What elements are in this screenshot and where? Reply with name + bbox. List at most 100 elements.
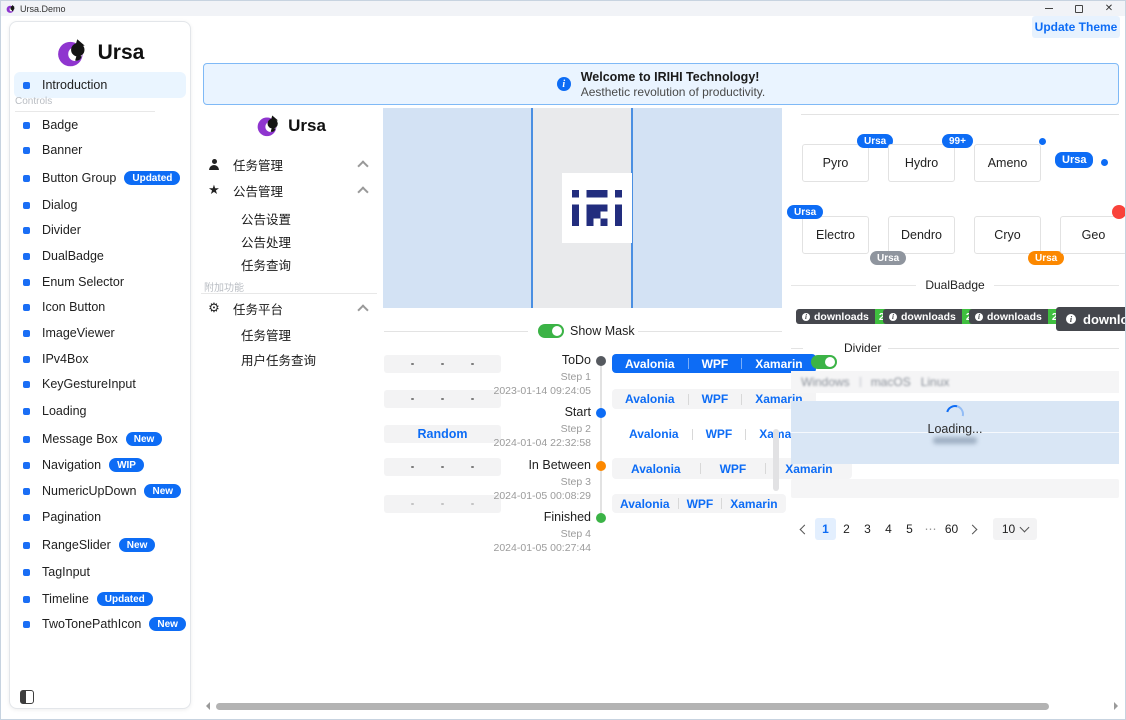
sidebar-item-enum-selector[interactable]: Enum Selector: [14, 269, 186, 295]
divider-toggle[interactable]: [811, 355, 837, 369]
ursa-badge: Ursa: [787, 205, 823, 219]
sidebar-item-ipv4box[interactable]: IPv4Box: [14, 346, 186, 372]
scroll-left-arrow[interactable]: [202, 702, 210, 710]
avalonia-button[interactable]: Avalonia: [612, 494, 678, 513]
prev-page-button[interactable]: [794, 518, 815, 540]
sidebar-collapse-icon[interactable]: [20, 690, 34, 704]
chevron-up-icon: [357, 160, 368, 171]
sidebar-item-dialog[interactable]: Dialog: [14, 192, 186, 218]
xamarin-button[interactable]: Xamarin: [722, 494, 785, 513]
page-button-4[interactable]: 4: [878, 518, 899, 540]
sidebar-item-navigation[interactable]: Navigation WIP: [14, 452, 186, 478]
ipv4-input[interactable]: [384, 458, 501, 476]
random-button[interactable]: Random: [384, 425, 501, 443]
sidebar-item-rangeslider[interactable]: RangeSliderNew: [14, 532, 186, 558]
page-button-5[interactable]: 5: [899, 518, 920, 540]
sidebar-item-label: Navigation: [42, 458, 101, 472]
page-size-select[interactable]: 10: [993, 518, 1037, 540]
sidebar-item-label: DualBadge: [42, 249, 104, 263]
chevron-up-icon: [357, 186, 368, 197]
viewer-mask-left: [383, 108, 531, 308]
dot-badge: [1101, 159, 1108, 166]
bullet-icon: [23, 279, 30, 286]
platform-windows: Windows: [801, 375, 850, 389]
timeline-step: Step 2: [561, 423, 591, 435]
app-icon: [6, 4, 16, 14]
avalonia-button[interactable]: Avalonia: [616, 424, 692, 444]
minimize-button[interactable]: [1035, 1, 1063, 16]
menu-group-announcement[interactable]: ★ 公告管理: [201, 179, 379, 201]
sidebar-item-pagination[interactable]: Pagination: [14, 504, 186, 530]
star-icon: ★: [207, 182, 221, 198]
sidebar-item-timeline[interactable]: TimelineUpdated: [14, 586, 186, 612]
card-label: Hydro: [905, 156, 938, 170]
page-button-2[interactable]: 2: [836, 518, 857, 540]
sidebar-item-dualbadge[interactable]: DualBadge: [14, 243, 186, 269]
timeline-dot-todo: [596, 356, 606, 366]
update-theme-button[interactable]: Update Theme: [1032, 16, 1120, 38]
badge-card-hydro: Hydro: [888, 144, 955, 182]
avalonia-button[interactable]: Avalonia: [612, 458, 700, 479]
ipv4-input[interactable]: [384, 355, 501, 373]
sidebar-item-badge[interactable]: Badge: [14, 112, 186, 138]
timeline-title: In Between: [528, 458, 591, 472]
mask-edge-line[interactable]: [531, 108, 533, 308]
status-badge: New: [144, 484, 181, 498]
timeline-dot-inbetween: [596, 461, 606, 471]
sidebar-item-icon-button[interactable]: Icon Button: [14, 294, 186, 320]
wpf-button[interactable]: WPF: [689, 389, 742, 409]
sidebar-item-keygestureinput[interactable]: KeyGestureInput: [14, 371, 186, 397]
dot-badge: [1039, 138, 1046, 145]
sidebar-item-twotonepathicon[interactable]: TwoTonePathIconNew: [14, 611, 186, 637]
button-group-compact: Avalonia WPF Xamarin: [612, 494, 786, 513]
divider-toggle-label: Divider: [844, 341, 881, 355]
wpf-button[interactable]: WPF: [689, 354, 742, 373]
sidebar-item-button-group[interactable]: Button GroupUpdated: [14, 165, 186, 191]
image-viewer[interactable]: [383, 108, 782, 308]
avalonia-button[interactable]: Avalonia: [612, 354, 688, 373]
sidebar-item-imageviewer[interactable]: ImageViewer: [14, 320, 186, 346]
ipv4-input[interactable]: [384, 390, 501, 408]
wpf-button[interactable]: WPF: [693, 424, 746, 444]
sidebar-item-introduction[interactable]: Introduction: [14, 72, 186, 98]
timeline-title: ToDo: [562, 353, 591, 367]
menu-group-task-management[interactable]: 任务管理: [201, 153, 379, 175]
dual-badge-label: downloads: [814, 311, 869, 323]
menu-group-task-platform[interactable]: ⚙ 任务平台: [201, 297, 379, 319]
horizontal-scrollbar-thumb[interactable]: [216, 703, 1049, 710]
sidebar-item-message-box[interactable]: Message BoxNew: [14, 426, 186, 452]
sidebar-item-banner[interactable]: Banner: [14, 137, 186, 163]
status-badge: WIP: [109, 458, 144, 472]
title-bar[interactable]: Ursa.Demo: [1, 1, 1125, 16]
menu-section-label: 附加功能: [204, 279, 244, 294]
menu-item-task-management[interactable]: 任务管理: [201, 323, 419, 345]
restore-button[interactable]: [1065, 1, 1093, 16]
viewer-image-area[interactable]: [531, 108, 633, 308]
app-window: Ursa.Demo ✕ Ursa Introduction Controls B…: [0, 0, 1126, 720]
page-button-1[interactable]: 1: [815, 518, 836, 540]
button-group-solid: Avalonia WPF Xamarin: [612, 354, 816, 373]
vertical-scrollbar-thumb[interactable]: [773, 429, 779, 491]
scroll-right-arrow[interactable]: [1114, 702, 1122, 710]
wpf-button[interactable]: WPF: [679, 494, 722, 513]
sidebar-item-numericupdown[interactable]: NumericUpDownNew: [14, 478, 186, 504]
badge-card-geo: Geo: [1060, 216, 1126, 254]
dual-badge-label: downloads: [901, 311, 956, 323]
next-page-button[interactable]: [962, 518, 983, 540]
show-mask-toggle[interactable]: [538, 324, 564, 338]
page-button-3[interactable]: 3: [857, 518, 878, 540]
chevron-up-icon: [357, 304, 368, 315]
sidebar-item-taginput[interactable]: TagInput: [14, 559, 186, 585]
avalonia-button[interactable]: Avalonia: [612, 389, 688, 409]
viewer-mask-right: [633, 108, 782, 308]
sidebar-item-divider[interactable]: Divider: [14, 217, 186, 243]
sidebar-item-label: Loading: [42, 404, 87, 418]
page-button-60[interactable]: 60: [941, 518, 962, 540]
wpf-button[interactable]: WPF: [701, 458, 766, 479]
close-button[interactable]: ✕: [1095, 1, 1123, 16]
info-icon: i: [975, 313, 983, 321]
menu-label: 公告处理: [241, 232, 291, 251]
sidebar-item-loading[interactable]: Loading: [14, 398, 186, 424]
person-icon: [209, 159, 219, 169]
dual-badge-label: downloads: [987, 311, 1042, 323]
